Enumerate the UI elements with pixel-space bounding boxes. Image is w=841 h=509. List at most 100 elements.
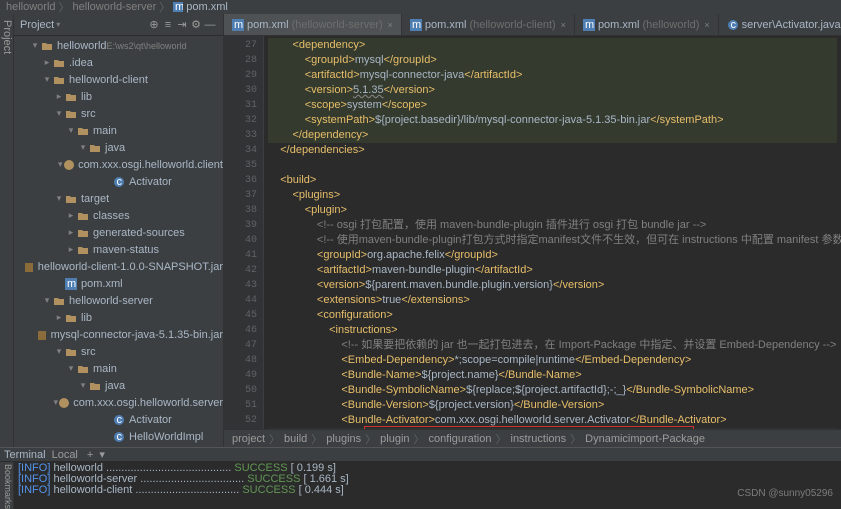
chevron-icon[interactable]: ▸ xyxy=(66,244,76,255)
code-line[interactable]: <groupId>mysql</groupId> xyxy=(268,53,837,68)
line-number[interactable]: 40 xyxy=(224,233,263,248)
chevron-icon[interactable]: ▸ xyxy=(54,312,64,323)
chevron-icon[interactable]: ▾ xyxy=(54,346,64,357)
breadcrumb-item[interactable]: plugin xyxy=(380,433,409,445)
chevron-icon[interactable]: ▸ xyxy=(42,57,52,68)
line-number[interactable]: 29 xyxy=(224,68,263,83)
project-tree[interactable]: ▾helloworld E:\ws2\qt\helloworld▸.idea▾h… xyxy=(14,36,223,447)
line-number[interactable]: 35 xyxy=(224,158,263,173)
code-line[interactable]: <instructions> xyxy=(268,323,837,338)
code-line[interactable]: <artifactId>maven-bundle-plugin</artifac… xyxy=(268,263,837,278)
editor-tabs[interactable]: mpom.xml(helloworld-server)×mpom.xml(hel… xyxy=(224,14,841,36)
code-line[interactable]: <configuration> xyxy=(268,308,837,323)
line-number[interactable]: 53 xyxy=(224,428,263,429)
chevron-icon[interactable]: ▾ xyxy=(78,142,88,153)
code-line[interactable]: <systemPath>${project.basedir}/lib/mysql… xyxy=(268,113,837,128)
tree-row[interactable]: ▸generated-sources xyxy=(14,224,223,241)
chevron-icon[interactable]: ▸ xyxy=(66,227,76,238)
tree-row[interactable]: helloworld-client-1.0.0-SNAPSHOT.jar xyxy=(14,258,223,275)
tree-row[interactable]: cActivator xyxy=(14,411,223,428)
chevron-icon[interactable]: ▾ xyxy=(66,363,76,374)
line-number[interactable]: 36 xyxy=(224,173,263,188)
line-number[interactable]: 39 xyxy=(224,218,263,233)
line-number[interactable]: 44 xyxy=(224,293,263,308)
select-opened-icon[interactable]: ⊕ xyxy=(147,18,161,32)
code-line[interactable]: <Bundle-SymbolicName>${replace;${project… xyxy=(268,383,837,398)
tree-row[interactable]: ▾helloworld-server xyxy=(14,292,223,309)
editor-tab[interactable]: mpom.xml(helloworld)× xyxy=(575,14,719,36)
tree-row[interactable]: mysql-connector-java-5.1.35-bin.jar xyxy=(14,326,223,343)
terminal-tab-name[interactable]: Terminal xyxy=(4,449,46,461)
editor-tab[interactable]: mpom.xml(helloworld-client)× xyxy=(402,14,575,36)
code-line[interactable]: <Bundle-Version>${project.version}</Bund… xyxy=(268,398,837,413)
code-line[interactable]: </dependencies> xyxy=(268,143,837,158)
code-line[interactable]: <!-- osgi 打包配置，使用 maven-bundle-plugin 插件… xyxy=(268,218,837,233)
chevron-icon[interactable]: ▾ xyxy=(78,380,88,391)
code-line[interactable]: <plugin> xyxy=(268,203,837,218)
tree-row[interactable]: ▸.idea xyxy=(14,54,223,71)
code-line[interactable]: <scope>system</scope> xyxy=(268,98,837,113)
chevron-icon[interactable]: ▸ xyxy=(66,210,76,221)
tree-row[interactable]: ▸classes xyxy=(14,207,223,224)
code-editor[interactable]: <dependency> <groupId>mysql</groupId> <a… xyxy=(264,36,841,429)
line-number[interactable]: 48 xyxy=(224,353,263,368)
line-number[interactable]: 47 xyxy=(224,338,263,353)
tree-row[interactable]: ▾main xyxy=(14,122,223,139)
line-number[interactable]: 46 xyxy=(224,323,263,338)
terminal-output[interactable]: [INFO] helloworld ......................… xyxy=(14,462,353,509)
line-number[interactable]: 38 xyxy=(224,203,263,218)
close-icon[interactable]: × xyxy=(704,20,709,30)
code-line[interactable]: <version>${parent.maven.bundle.plugin.ve… xyxy=(268,278,837,293)
code-line[interactable]: <Embed-Dependency>*;scope=compile|runtim… xyxy=(268,353,837,368)
gear-icon[interactable]: ⚙ xyxy=(189,18,203,32)
crumb-file[interactable]: pom.xml xyxy=(186,1,228,13)
terminal-session-tab[interactable]: Local xyxy=(52,449,78,461)
chevron-down-icon[interactable]: ▾ xyxy=(56,20,60,29)
crumb-project[interactable]: helloworld xyxy=(6,1,56,13)
tree-row[interactable]: ▾java xyxy=(14,139,223,156)
chevron-icon[interactable]: ▾ xyxy=(54,108,64,119)
left-toolwindow-bar[interactable]: Project xyxy=(0,14,14,447)
tree-row[interactable]: ▸maven-status xyxy=(14,241,223,258)
line-number[interactable]: 52 xyxy=(224,413,263,428)
crumb-module[interactable]: helloworld-server xyxy=(73,1,157,13)
code-line[interactable]: <!-- 使用maven-bundle-plugin打包方式时指定manifes… xyxy=(268,233,837,248)
code-line[interactable]: <build> xyxy=(268,173,837,188)
code-line[interactable]: <plugins> xyxy=(268,188,837,203)
tree-row[interactable]: ▾helloworld E:\ws2\qt\helloworld xyxy=(14,37,223,54)
tree-row[interactable]: ▾src xyxy=(14,105,223,122)
tree-row[interactable]: ▾helloworld-client xyxy=(14,71,223,88)
chevron-icon[interactable]: ▾ xyxy=(42,295,52,306)
gutter[interactable]: 2728293031323334353637383940414243444546… xyxy=(224,36,264,429)
view-select[interactable]: Project xyxy=(20,19,54,31)
tree-row[interactable]: mpom.xml xyxy=(14,275,223,292)
code-line[interactable]: <Bundle-Activator>com.xxx.osgi.helloworl… xyxy=(268,413,837,428)
code-line[interactable]: <version>5.1.35</version> xyxy=(268,83,837,98)
breadcrumb-item[interactable]: Dynamicimport-Package xyxy=(585,433,705,445)
chevron-icon[interactable]: ▾ xyxy=(30,40,40,51)
line-number[interactable]: 51 xyxy=(224,398,263,413)
line-number[interactable]: 49 xyxy=(224,368,263,383)
breadcrumb-item[interactable]: project xyxy=(232,433,265,445)
expand-icon[interactable]: ≡ xyxy=(161,18,175,32)
breadcrumb-item[interactable]: configuration xyxy=(429,433,492,445)
breadcrumb-item[interactable]: plugins xyxy=(326,433,361,445)
code-line[interactable]: <dependency> xyxy=(268,38,837,53)
breadcrumb-item[interactable]: instructions xyxy=(511,433,567,445)
tree-row[interactable]: ▾com.xxx.osgi.helloworld.server xyxy=(14,394,223,411)
line-number[interactable]: 27 xyxy=(224,38,263,53)
code-line[interactable]: <artifactId>mysql-connector-java</artifa… xyxy=(268,68,837,83)
line-number[interactable]: 34 xyxy=(224,143,263,158)
minimize-icon[interactable]: — xyxy=(203,18,217,32)
code-line[interactable]: <!-- 如果要把依赖的 jar 也一起打包进去，在 Import-Packag… xyxy=(268,338,837,353)
line-number[interactable]: 31 xyxy=(224,98,263,113)
code-line[interactable]: </dependency> xyxy=(268,128,837,143)
tree-row[interactable]: ▸lib xyxy=(14,309,223,326)
editor-tab[interactable]: mpom.xml(helloworld-server)× xyxy=(224,14,402,36)
line-number[interactable]: 28 xyxy=(224,53,263,68)
tree-row[interactable]: ▸lib xyxy=(14,88,223,105)
line-number[interactable]: 45 xyxy=(224,308,263,323)
tree-row[interactable]: cActivator xyxy=(14,173,223,190)
tree-row[interactable]: ▾main xyxy=(14,360,223,377)
chevron-icon[interactable]: ▸ xyxy=(54,91,64,102)
